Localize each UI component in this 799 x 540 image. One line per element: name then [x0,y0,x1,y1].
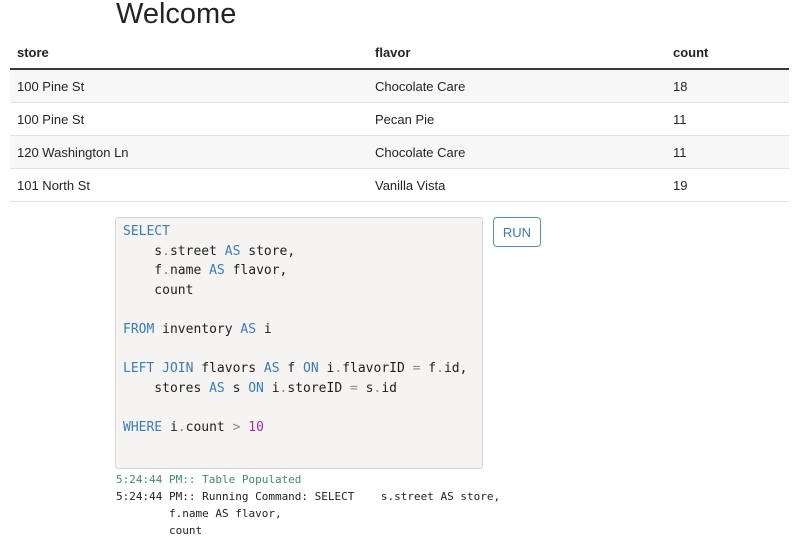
code-token: id [381,380,397,396]
code-token: s [123,243,163,259]
code-line: f.name AS flavor, [123,261,482,281]
table-row: 101 North St Vanilla Vista 19 [10,168,789,202]
code-token: f [123,263,163,279]
cell-count: 11 [666,135,789,169]
code-token: id, [443,361,468,377]
code-line: FROM inventory AS i [123,320,482,340]
code-line: count [123,281,482,301]
sql-editor[interactable]: SELECT s.street AS store, f.name AS flav… [115,217,483,469]
code-line: LEFT JOIN flavors AS f ON i.flavorID = f… [123,359,482,379]
cell-count: 11 [666,102,789,136]
cell-store: 120 Washington Ln [10,135,368,169]
code-token: f [279,361,304,377]
cell-flavor: Chocolate Care [368,135,666,169]
code-token: = [350,380,358,396]
code-token: flavorID [342,361,413,377]
results-table: store flavor count 100 Pine St Chocolate… [10,36,789,202]
code-token: s [357,380,374,396]
code-line: stores AS s ON i.storeID = s.id [123,379,482,399]
cell-count: 19 [666,168,789,202]
cell-store: 100 Pine St [10,102,368,136]
code-token: inventory [154,321,241,337]
code-token: i [263,380,280,396]
code-token: stores [123,380,210,396]
log-line: count [116,524,203,537]
table-row: 100 Pine St Chocolate Care 18 [10,69,789,103]
code-token: ON [303,361,319,377]
code-token: i [318,361,335,377]
table-row: 120 Washington Ln Chocolate Care 11 [10,135,789,169]
code-token: FROM [123,321,155,337]
code-token: ON [248,380,264,396]
code-line: s.street AS store, [123,242,482,262]
code-token: street [169,243,225,259]
log-line: 5:24:44 PM:: Running Command: SELECT s.s… [116,490,501,503]
code-token: AS [209,380,225,396]
code-token: LEFT JOIN [123,361,194,377]
code-token: i [162,419,178,435]
code-token: AS [224,243,241,259]
log-line: f.name AS flavor, [116,507,282,520]
code-token: SELECT [123,224,170,239]
cell-store: 100 Pine St [10,69,368,103]
code-token: name [169,263,210,279]
code-token: AS [209,263,225,279]
page-title: Welcome [116,0,237,30]
code-token: count [185,419,233,435]
code-token: 10 [248,419,264,435]
column-header-store[interactable]: store [10,36,368,70]
code-token: s [224,380,249,396]
code-token: storeID [287,380,350,396]
code-token: . [177,419,186,435]
code-token: . [436,361,444,377]
code-token: store, [240,243,296,259]
code-token: flavors [193,361,264,377]
table-row: 100 Pine St Pecan Pie 11 [10,102,789,136]
cell-flavor: Pecan Pie [368,102,666,136]
console-log: 5:24:44 PM:: Table Populated5:24:44 PM::… [116,471,716,539]
cell-count: 18 [666,69,789,103]
run-button[interactable]: RUN [493,217,541,247]
code-token: flavor, [224,263,288,279]
code-token: f [420,361,437,377]
code-token: . [334,361,343,377]
code-line: SELECT [123,222,482,242]
code-token: count [123,282,194,298]
code-line: WHERE i.count > 10 [123,418,482,438]
code-token: . [162,263,170,279]
table-header-row: store flavor count [10,36,789,70]
code-token: . [162,243,170,259]
code-token: AS [263,361,280,377]
column-header-flavor[interactable]: flavor [368,36,666,70]
cell-store: 101 North St [10,168,368,202]
log-line: 5:24:44 PM:: Table Populated [116,473,302,486]
cell-flavor: Vanilla Vista [368,168,666,202]
column-header-count[interactable]: count [666,36,789,70]
code-token: AS [240,321,257,337]
code-token: WHERE [123,419,163,435]
code-token: i [256,321,272,337]
cell-flavor: Chocolate Care [368,69,666,103]
